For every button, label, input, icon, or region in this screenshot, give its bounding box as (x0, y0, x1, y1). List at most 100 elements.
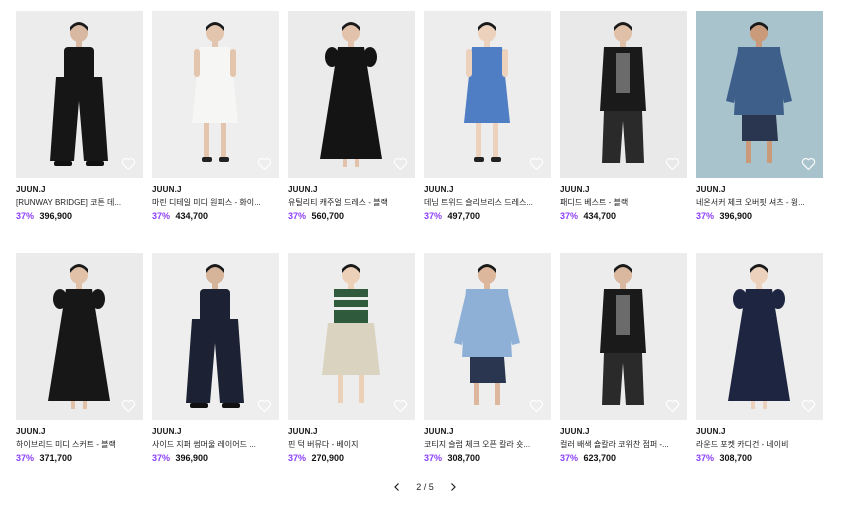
discount-rate: 37% (152, 211, 171, 221)
product-image[interactable] (696, 11, 823, 178)
product-photo (560, 11, 687, 178)
product-title[interactable]: 핀 턱 버뮤다 - 베이지 (288, 439, 415, 450)
wishlist-button[interactable] (256, 155, 273, 172)
sale-price: 396,900 (175, 453, 209, 463)
sale-price: 308,700 (447, 453, 481, 463)
discount-rate: 37% (288, 211, 307, 221)
product-photo (696, 11, 823, 178)
product-brand[interactable]: JUUN.J (16, 185, 143, 195)
product-photo (696, 253, 823, 420)
heart-outline-icon (801, 158, 816, 171)
discount-rate: 37% (16, 211, 35, 221)
wishlist-button[interactable] (120, 155, 137, 172)
product-brand[interactable]: JUUN.J (152, 427, 279, 437)
product-card[interactable]: JUUN.J 핀 턱 버뮤다 - 베이지 37% 270,900 (288, 253, 415, 464)
product-title[interactable]: 라운드 포켓 카디건 - 네이비 (696, 439, 823, 450)
discount-rate: 37% (696, 453, 715, 463)
prev-page-button[interactable] (390, 480, 404, 494)
product-card[interactable]: JUUN.J 마린 디테일 미디 원피스 - 화이... 37% 434,700 (152, 11, 279, 222)
product-price-line: 37% 560,700 (288, 211, 415, 222)
product-image[interactable] (424, 11, 551, 178)
wishlist-button[interactable] (392, 397, 409, 414)
product-image[interactable] (16, 11, 143, 178)
product-brand[interactable]: JUUN.J (424, 427, 551, 437)
current-page: 2 (416, 482, 422, 492)
product-title[interactable]: 코티지 슬럽 체크 오픈 칼라 숏... (424, 439, 551, 450)
product-card[interactable]: JUUN.J 라운드 포켓 카디건 - 네이비 37% 308,700 (696, 253, 823, 464)
product-title[interactable]: 유틸리티 캐주얼 드레스 - 블랙 (288, 197, 415, 208)
product-brand[interactable]: JUUN.J (152, 185, 279, 195)
wishlist-button[interactable] (256, 397, 273, 414)
heart-outline-icon (257, 400, 272, 413)
chevron-left-icon (394, 483, 400, 491)
product-card[interactable]: JUUN.J 사이드 지퍼 썸머울 레이어드 ... 37% 396,900 (152, 253, 279, 464)
discount-rate: 37% (16, 453, 35, 463)
product-card[interactable]: JUUN.J [RUNWAY BRIDGE] 코튼 데... 37% 396,9… (16, 11, 143, 222)
product-image[interactable] (152, 253, 279, 420)
product-title[interactable]: 네온서커 체크 오버핏 셔츠 - 윙... (696, 197, 823, 208)
discount-rate: 37% (424, 211, 443, 221)
wishlist-button[interactable] (800, 155, 817, 172)
product-image[interactable] (560, 11, 687, 178)
product-image[interactable] (696, 253, 823, 420)
product-image[interactable] (16, 253, 143, 420)
sale-price: 623,700 (583, 453, 617, 463)
total-pages: 5 (428, 482, 434, 492)
product-image[interactable] (424, 253, 551, 420)
product-image[interactable] (288, 253, 415, 420)
product-brand[interactable]: JUUN.J (696, 185, 823, 195)
product-image[interactable] (560, 253, 687, 420)
product-brand[interactable]: JUUN.J (696, 427, 823, 437)
wishlist-button[interactable] (120, 397, 137, 414)
sale-price: 371,700 (39, 453, 73, 463)
product-title[interactable]: 사이드 지퍼 썸머울 레이어드 ... (152, 439, 279, 450)
product-card[interactable]: JUUN.J 네온서커 체크 오버핏 셔츠 - 윙... 37% 396,900 (696, 11, 823, 222)
product-card[interactable]: JUUN.J 패디드 베스트 - 블랙 37% 434,700 (560, 11, 687, 222)
product-brand[interactable]: JUUN.J (288, 427, 415, 437)
product-brand[interactable]: JUUN.J (424, 185, 551, 195)
product-title[interactable]: 패디드 베스트 - 블랙 (560, 197, 687, 208)
next-page-button[interactable] (446, 480, 460, 494)
heart-outline-icon (257, 158, 272, 171)
product-card[interactable]: JUUN.J 데님 트위드 슬리브리스 드레스... 37% 497,700 (424, 11, 551, 222)
product-price-line: 37% 623,700 (560, 453, 687, 464)
wishlist-button[interactable] (392, 155, 409, 172)
product-image[interactable] (152, 11, 279, 178)
product-price-line: 37% 371,700 (16, 453, 143, 464)
sale-price: 560,700 (311, 211, 345, 221)
product-card[interactable]: JUUN.J 유틸리티 캐주얼 드레스 - 블랙 37% 560,700 (288, 11, 415, 222)
product-brand[interactable]: JUUN.J (288, 185, 415, 195)
product-image[interactable] (288, 11, 415, 178)
product-price-line: 37% 270,900 (288, 453, 415, 464)
wishlist-button[interactable] (528, 397, 545, 414)
wishlist-button[interactable] (528, 155, 545, 172)
sale-price: 270,900 (311, 453, 345, 463)
product-price-line: 37% 396,900 (696, 211, 823, 222)
wishlist-button[interactable] (664, 397, 681, 414)
discount-rate: 37% (560, 211, 579, 221)
heart-outline-icon (665, 400, 680, 413)
product-brand[interactable]: JUUN.J (560, 427, 687, 437)
product-photo (424, 11, 551, 178)
product-card[interactable]: JUUN.J 컬러 배색 숄칼라 코위찬 점퍼 -... 37% 623,700 (560, 253, 687, 464)
sale-price: 396,900 (39, 211, 73, 221)
product-title[interactable]: 컬러 배색 숄칼라 코위찬 점퍼 -... (560, 439, 687, 450)
product-title[interactable]: 데님 트위드 슬리브리스 드레스... (424, 197, 551, 208)
product-title[interactable]: 마린 디테일 미디 원피스 - 화이... (152, 197, 279, 208)
product-brand[interactable]: JUUN.J (560, 185, 687, 195)
wishlist-button[interactable] (800, 397, 817, 414)
wishlist-button[interactable] (664, 155, 681, 172)
product-card[interactable]: JUUN.J 코티지 슬럽 체크 오픈 칼라 숏... 37% 308,700 (424, 253, 551, 464)
heart-outline-icon (529, 158, 544, 171)
product-card[interactable]: JUUN.J 하이브리드 미디 스커트 - 블랙 37% 371,700 (16, 253, 143, 464)
product-brand[interactable]: JUUN.J (16, 427, 143, 437)
discount-rate: 37% (560, 453, 579, 463)
discount-rate: 37% (288, 453, 307, 463)
chevron-right-icon (450, 483, 456, 491)
heart-outline-icon (393, 158, 408, 171)
product-price-line: 37% 308,700 (424, 453, 551, 464)
heart-outline-icon (121, 400, 136, 413)
product-title[interactable]: 하이브리드 미디 스커트 - 블랙 (16, 439, 143, 450)
product-photo (288, 11, 415, 178)
product-title[interactable]: [RUNWAY BRIDGE] 코튼 데... (16, 197, 143, 208)
